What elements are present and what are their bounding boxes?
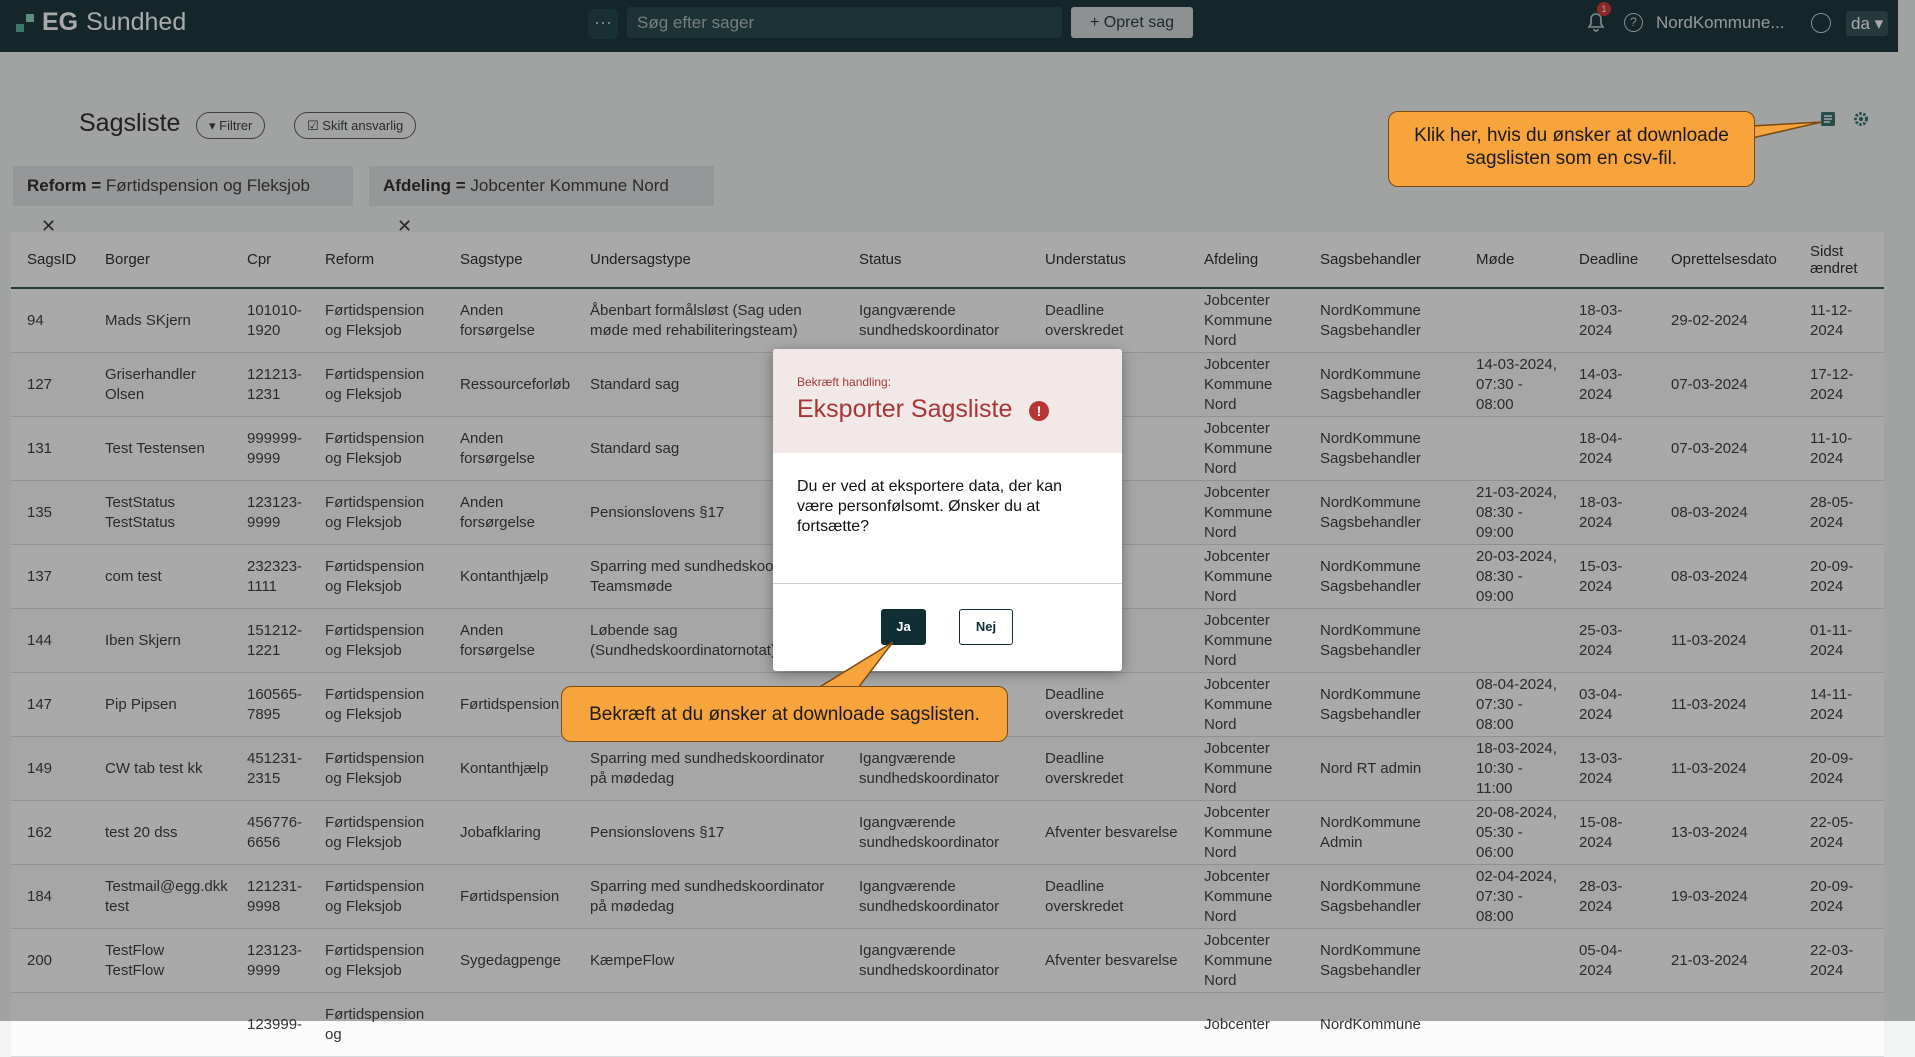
download-callout: Klik her, hvis du ønsker at downloade sa… (1388, 111, 1755, 187)
confirm-callout: Bekræft at du ønsker at downloade sagsli… (561, 686, 1008, 742)
download-callout-pointer (1751, 121, 1823, 139)
confirm-callout-pointer (815, 641, 894, 689)
